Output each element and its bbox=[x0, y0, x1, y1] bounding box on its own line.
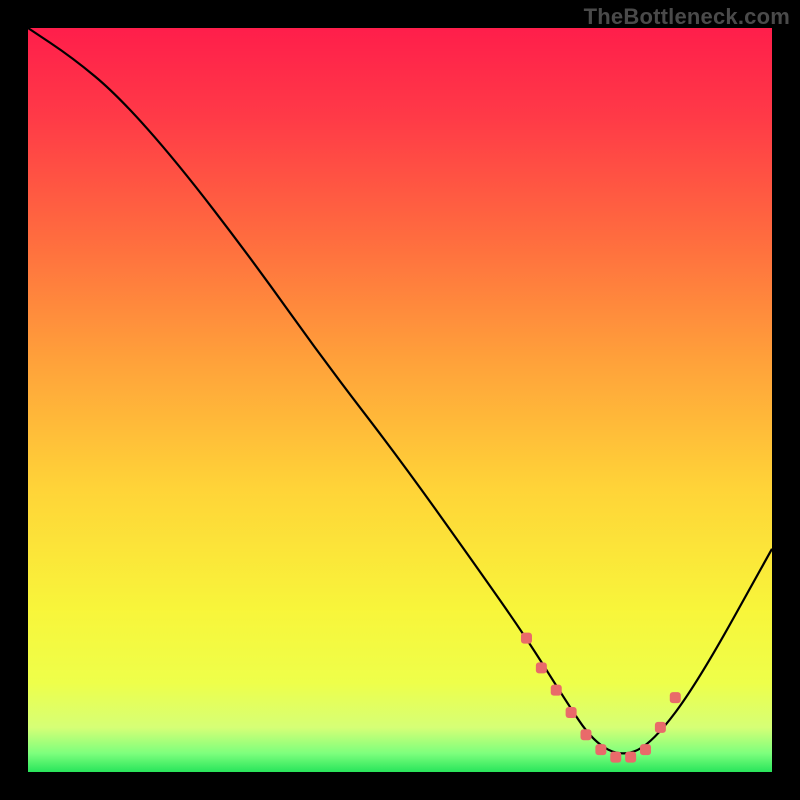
optimal-marker bbox=[595, 744, 606, 755]
bottleneck-chart bbox=[0, 0, 800, 800]
plot-background bbox=[28, 28, 772, 772]
chart-frame: TheBottleneck.com bbox=[0, 0, 800, 800]
optimal-marker bbox=[625, 752, 636, 763]
optimal-marker bbox=[640, 744, 651, 755]
optimal-marker bbox=[566, 707, 577, 718]
optimal-marker bbox=[655, 722, 666, 733]
optimal-marker bbox=[521, 633, 532, 644]
optimal-marker bbox=[610, 752, 621, 763]
watermark-text: TheBottleneck.com bbox=[584, 4, 790, 30]
optimal-marker bbox=[670, 692, 681, 703]
optimal-marker bbox=[536, 662, 547, 673]
optimal-marker bbox=[551, 685, 562, 696]
optimal-marker bbox=[581, 729, 592, 740]
